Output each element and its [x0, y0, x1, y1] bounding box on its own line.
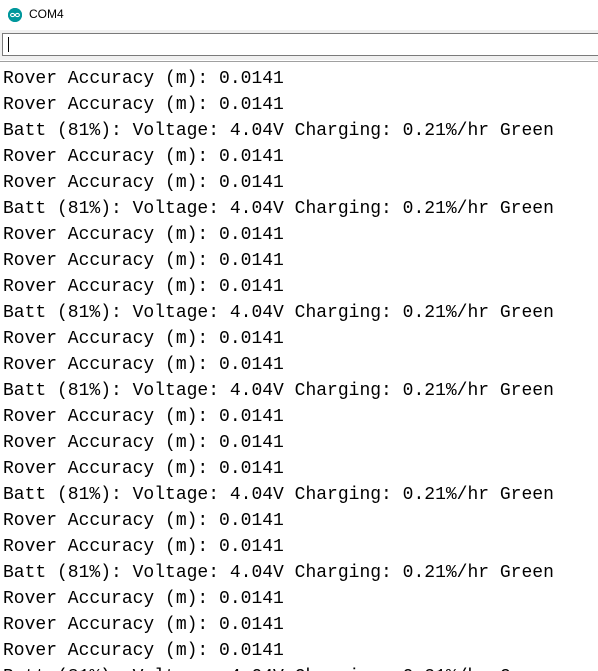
serial-output-line: Batt (81%): Voltage: 4.04V Charging: 0.2… [3, 199, 554, 219]
serial-monitor-window: COM4 Rover Accuracy (m): 0.0141 Rover Acc… [0, 0, 598, 671]
serial-output-line: Rover Accuracy (m): 0.0141 [3, 589, 284, 609]
serial-output-line: Rover Accuracy (m): 0.0141 [3, 147, 284, 167]
serial-output-line: Rover Accuracy (m): 0.0141 [3, 173, 284, 193]
serial-output-line: Rover Accuracy (m): 0.0141 [3, 225, 284, 245]
serial-output-line: Rover Accuracy (m): 0.0141 [3, 407, 284, 427]
serial-output-line: Rover Accuracy (m): 0.0141 [3, 277, 284, 297]
serial-output-line: Rover Accuracy (m): 0.0141 [3, 69, 284, 89]
serial-output-line: Rover Accuracy (m): 0.0141 [3, 329, 284, 349]
serial-output-line: Batt (81%): Voltage: 4.04V Charging: 0.2… [3, 664, 554, 671]
serial-send-input[interactable] [2, 33, 598, 56]
serial-output-line: Rover Accuracy (m): 0.0141 [3, 95, 284, 115]
send-bar [0, 30, 598, 60]
serial-output-line: Batt (81%): Voltage: 4.04V Charging: 0.2… [3, 121, 554, 141]
window-title: COM4 [29, 7, 64, 21]
text-caret [8, 37, 9, 52]
serial-output-line: Batt (81%): Voltage: 4.04V Charging: 0.2… [3, 563, 554, 583]
serial-output-line: Rover Accuracy (m): 0.0141 [3, 251, 284, 271]
serial-output-line: Batt (81%): Voltage: 4.04V Charging: 0.2… [3, 485, 554, 505]
serial-output-line: Rover Accuracy (m): 0.0141 [3, 355, 284, 375]
arduino-icon [8, 8, 22, 22]
serial-output-line: Batt (81%): Voltage: 4.04V Charging: 0.2… [3, 303, 554, 323]
serial-output-line: Rover Accuracy (m): 0.0141 [3, 433, 284, 453]
serial-output-area[interactable]: Rover Accuracy (m): 0.0141 Rover Accuracy… [0, 61, 598, 671]
serial-output-line: Rover Accuracy (m): 0.0141 [3, 641, 284, 661]
serial-output-line: Rover Accuracy (m): 0.0141 [3, 459, 284, 479]
serial-output-line: Batt (81%): Voltage: 4.04V Charging: 0.2… [3, 381, 554, 401]
serial-output-line: Rover Accuracy (m): 0.0141 [3, 615, 284, 635]
serial-output-line: Rover Accuracy (m): 0.0141 [3, 537, 284, 557]
title-bar: COM4 [0, 0, 598, 30]
serial-output-line: Rover Accuracy (m): 0.0141 [3, 511, 284, 531]
